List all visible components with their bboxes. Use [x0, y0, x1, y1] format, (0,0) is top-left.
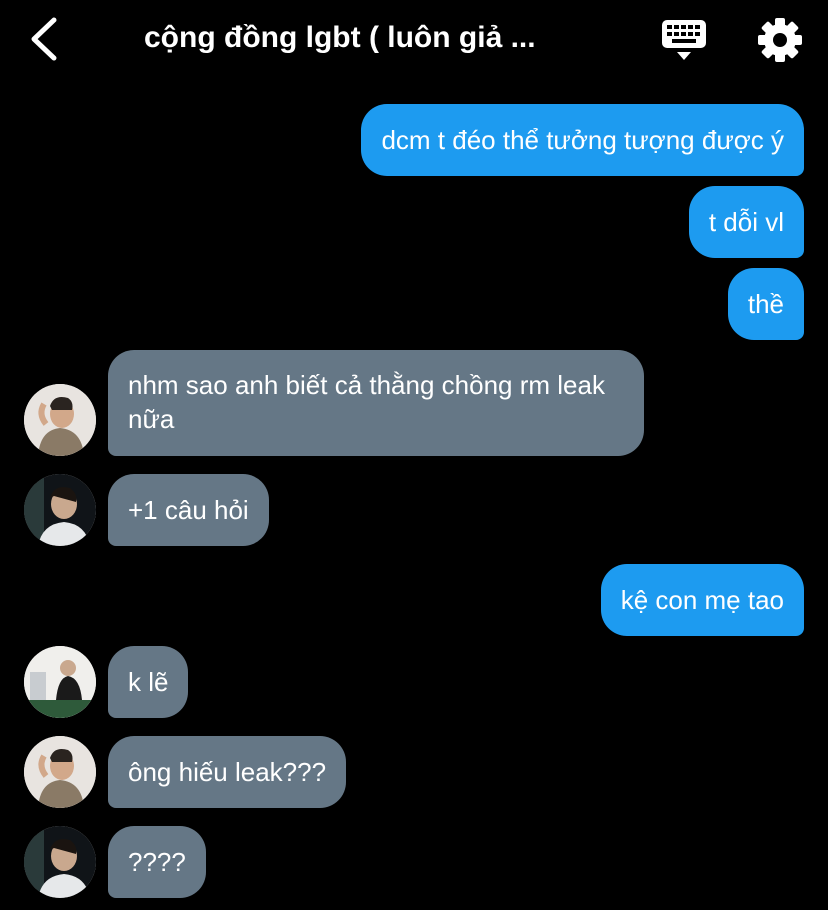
settings-button[interactable]	[756, 16, 804, 64]
message-text: thề	[747, 289, 784, 319]
message-text: ông hiếu leak???	[128, 757, 327, 787]
gear-icon	[758, 18, 802, 62]
message-bubble-incoming[interactable]: ông hiếu leak???	[108, 736, 347, 808]
avatar-b	[24, 826, 96, 898]
message-text: k lẽ	[128, 667, 169, 697]
avatar-b	[24, 474, 96, 546]
avatar-a	[24, 384, 96, 456]
message-text: t dỗi vl	[708, 207, 784, 237]
message-bubble-outgoing[interactable]: dcm t đéo thể tưởng tượng được ý	[361, 104, 804, 176]
message-bubble-outgoing[interactable]: kệ con mẹ tao	[600, 564, 804, 636]
message-text: +1 câu hỏi	[128, 495, 249, 525]
chat-header: cộng đồng lgbt ( luôn giả ...	[0, 0, 828, 80]
message-text: dcm t đéo thể tưởng tượng được ý	[381, 125, 784, 155]
conversation-title[interactable]: cộng đồng lgbt ( luôn giả ...	[144, 18, 584, 58]
avatar[interactable]	[24, 474, 96, 546]
message-bubble-incoming[interactable]: nhm sao anh biết cả thằng chồng rm leak …	[108, 350, 644, 456]
chevron-left-icon	[31, 17, 57, 61]
avatar[interactable]	[24, 826, 96, 898]
message-text: nhm sao anh biết cả thằng chồng rm leak …	[128, 370, 605, 434]
message-bubble-outgoing[interactable]: thề	[727, 268, 804, 340]
message-text: ????	[128, 847, 186, 877]
avatar-a	[24, 736, 96, 808]
keyboard-icon	[662, 20, 706, 60]
message-text: kệ con mẹ tao	[620, 585, 784, 615]
keyboard-button[interactable]	[660, 18, 708, 62]
message-bubble-incoming[interactable]: ????	[108, 826, 206, 898]
avatar[interactable]	[24, 646, 96, 718]
message-bubble-outgoing[interactable]: t dỗi vl	[688, 186, 804, 258]
back-button[interactable]	[26, 14, 66, 64]
message-bubble-incoming[interactable]: +1 câu hỏi	[108, 474, 269, 546]
avatar-c	[24, 646, 96, 718]
avatar[interactable]	[24, 736, 96, 808]
message-bubble-incoming[interactable]: k lẽ	[108, 646, 189, 718]
avatar[interactable]	[24, 384, 96, 456]
